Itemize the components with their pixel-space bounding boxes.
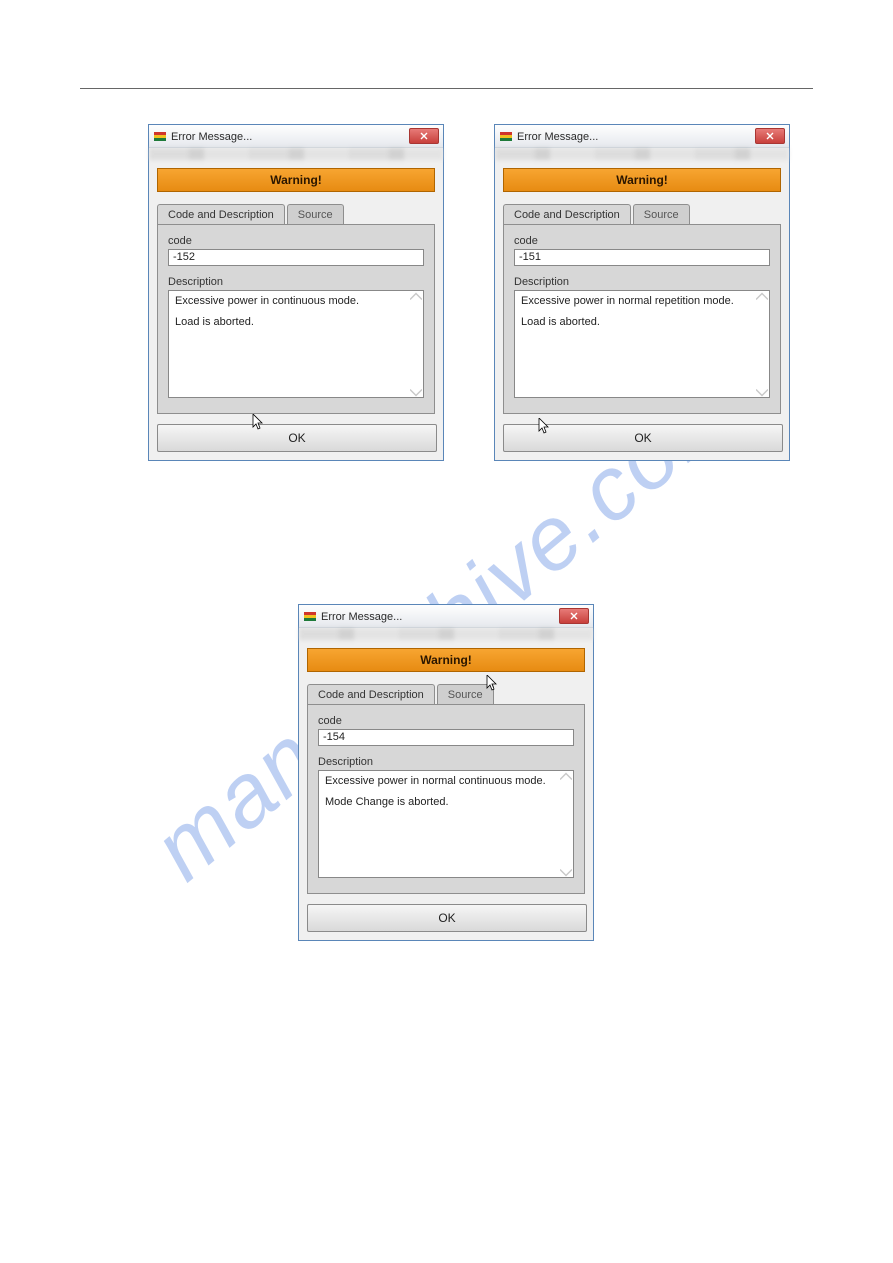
warning-banner: Warning! [157,168,435,192]
code-input[interactable]: -151 [514,249,770,266]
code-label: code [514,235,770,247]
code-input[interactable]: -154 [318,729,574,746]
tab-source[interactable]: Source [437,684,494,704]
panel-code-description: code -154 Description Excessive power in… [307,704,585,894]
ok-button[interactable]: OK [503,424,783,452]
close-button[interactable] [559,608,589,624]
description-textarea[interactable]: Excessive power in continuous mode. Load… [168,290,424,398]
error-dialog-3: Error Message... Warning! Code and Descr… [298,604,594,941]
description-label: Description [318,756,574,768]
panel-code-description: code -152 Description Excessive power in… [157,224,435,414]
error-dialog-2: Error Message... Warning! Code and Descr… [494,124,790,461]
description-line-2: Mode Change is aborted. [325,795,567,810]
close-button[interactable] [409,128,439,144]
code-input[interactable]: -152 [168,249,424,266]
ok-button[interactable]: OK [157,424,437,452]
background-blur [149,148,443,160]
tab-code-and-description[interactable]: Code and Description [503,204,631,224]
app-icon [499,129,513,143]
tab-source[interactable]: Source [287,204,344,224]
page-divider [80,88,813,89]
window-title: Error Message... [321,610,559,623]
app-icon [153,129,167,143]
description-label: Description [168,276,424,288]
description-line-1: Excessive power in normal repetition mod… [521,294,763,309]
description-label: Description [514,276,770,288]
app-icon [303,609,317,623]
close-button[interactable] [755,128,785,144]
scroll-up-icon[interactable] [756,292,768,300]
code-label: code [168,235,424,247]
panel-code-description: code -151 Description Excessive power in… [503,224,781,414]
warning-banner: Warning! [307,648,585,672]
scroll-up-icon[interactable] [560,772,572,780]
window-title: Error Message... [517,130,755,143]
warning-banner: Warning! [503,168,781,192]
scroll-up-icon[interactable] [410,292,422,300]
description-textarea[interactable]: Excessive power in normal continuous mod… [318,770,574,878]
tab-code-and-description[interactable]: Code and Description [307,684,435,704]
ok-button[interactable]: OK [307,904,587,932]
scroll-down-icon[interactable] [756,388,768,396]
tab-source[interactable]: Source [633,204,690,224]
description-line-2: Load is aborted. [175,315,417,330]
description-textarea[interactable]: Excessive power in normal repetition mod… [514,290,770,398]
description-line-2: Load is aborted. [521,315,763,330]
error-dialog-1: Error Message... Warning! Code and Descr… [148,124,444,461]
tab-code-and-description[interactable]: Code and Description [157,204,285,224]
background-blur [299,628,593,640]
description-line-1: Excessive power in continuous mode. [175,294,417,309]
background-blur [495,148,789,160]
titlebar[interactable]: Error Message... [149,125,443,148]
titlebar[interactable]: Error Message... [299,605,593,628]
titlebar[interactable]: Error Message... [495,125,789,148]
window-title: Error Message... [171,130,409,143]
code-label: code [318,715,574,727]
description-line-1: Excessive power in normal continuous mod… [325,774,567,789]
scroll-down-icon[interactable] [560,868,572,876]
scroll-down-icon[interactable] [410,388,422,396]
